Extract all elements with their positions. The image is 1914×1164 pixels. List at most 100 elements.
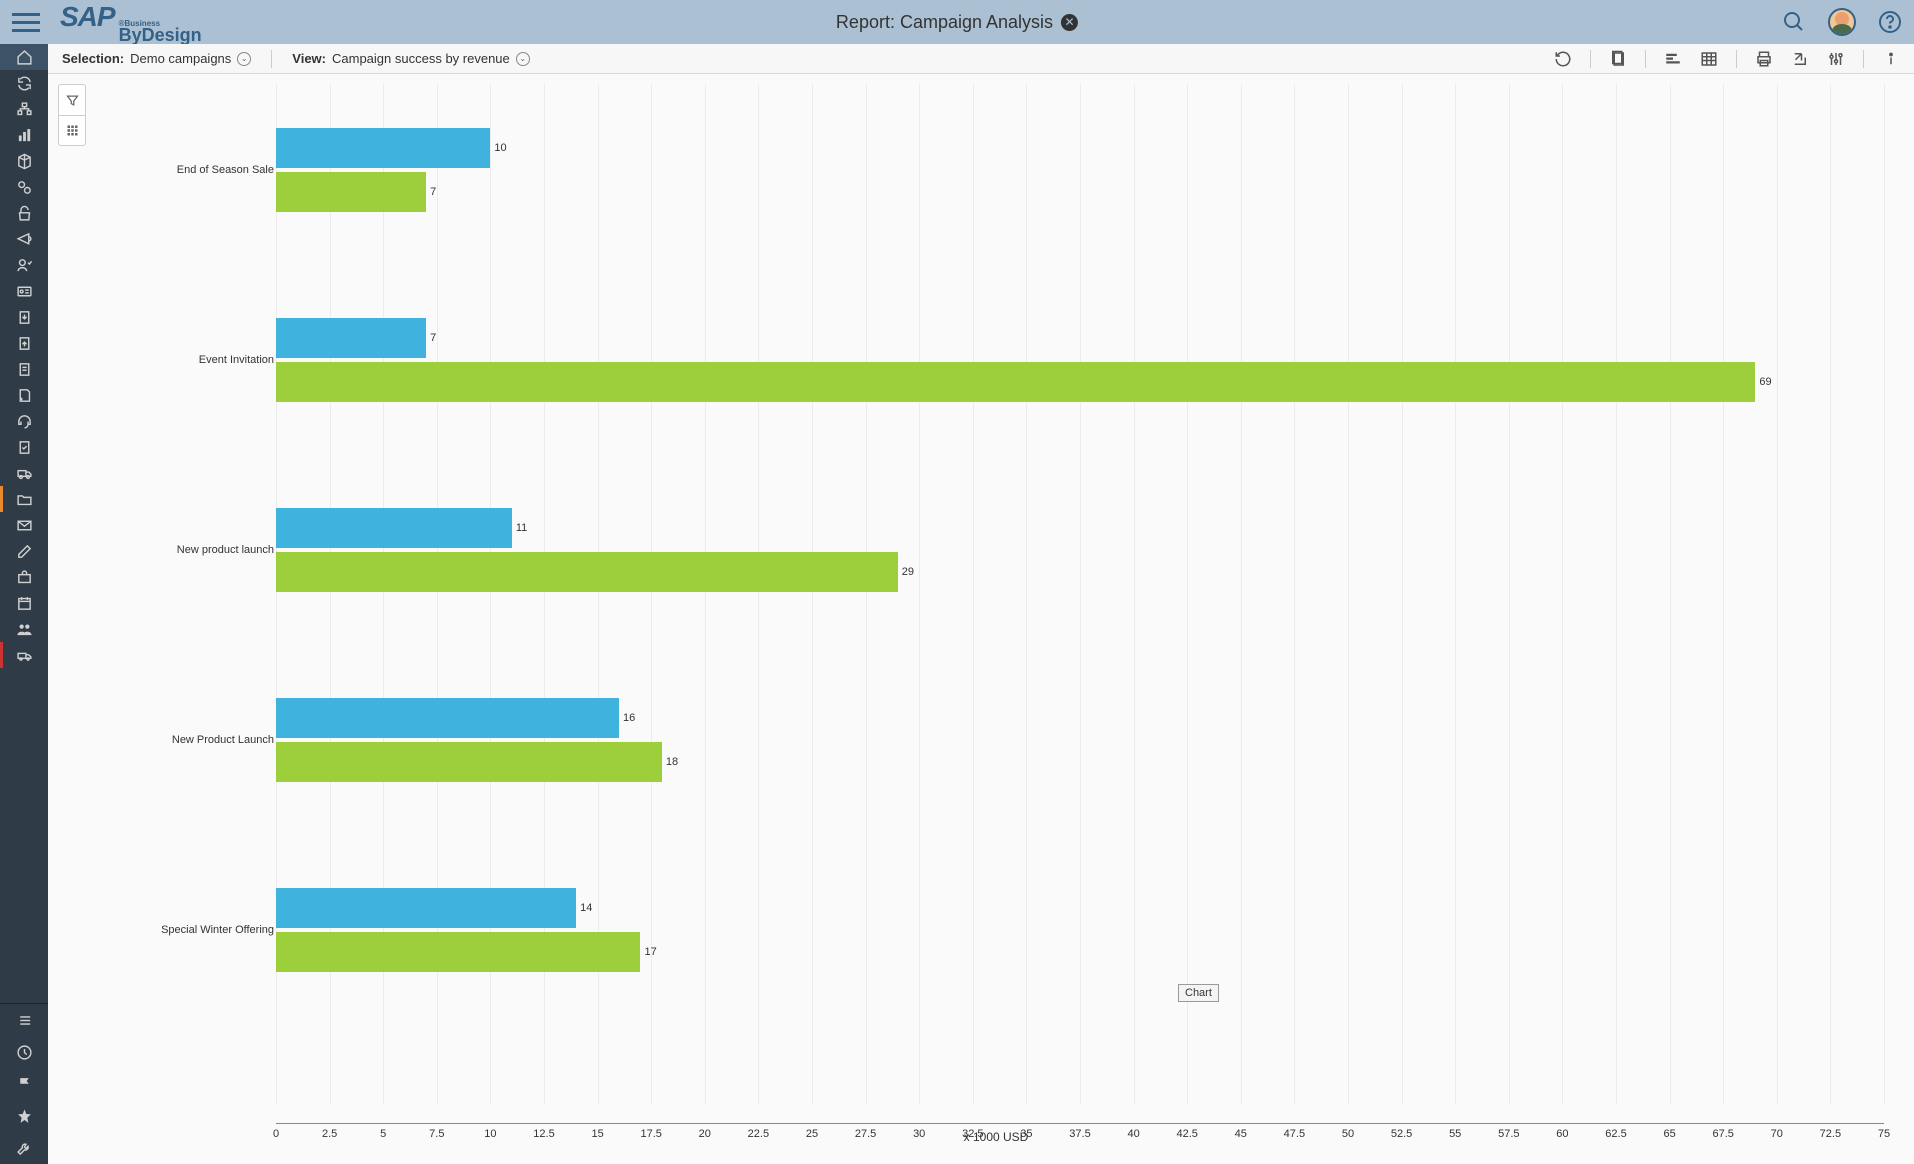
x-tick: 27.5: [855, 1128, 876, 1140]
nav-card[interactable]: [0, 278, 48, 304]
x-tick: 25: [806, 1128, 818, 1140]
nav-flag[interactable]: [0, 1068, 48, 1100]
print-icon[interactable]: [1755, 50, 1773, 68]
bar[interactable]: 10: [276, 128, 490, 168]
category-label: New Product Launch: [98, 734, 274, 746]
plot-area[interactable]: 107769112916181417: [276, 84, 1884, 1104]
nav-people[interactable]: [0, 616, 48, 642]
nav-cargo[interactable]: [0, 642, 48, 668]
title-text: Campaign Analysis: [900, 12, 1053, 32]
nav-calendar[interactable]: [0, 590, 48, 616]
filter-icon[interactable]: [59, 85, 85, 115]
x-tick: 37.5: [1069, 1128, 1090, 1140]
nav-edit[interactable]: [0, 538, 48, 564]
view-value: Campaign success by revenue: [332, 51, 510, 66]
page-title: Report: Campaign Analysis ✕: [836, 12, 1078, 33]
left-nav-rail: [0, 44, 48, 1164]
refresh-icon[interactable]: [1554, 50, 1572, 68]
nav-mail[interactable]: [0, 512, 48, 538]
info-icon[interactable]: [1882, 50, 1900, 68]
x-tick: 40: [1127, 1128, 1139, 1140]
x-tick: 60: [1556, 1128, 1568, 1140]
x-tick: 47.5: [1284, 1128, 1305, 1140]
nav-list[interactable]: [0, 1004, 48, 1036]
category-label: End of Season Sale: [98, 164, 274, 176]
x-tick: 72.5: [1820, 1128, 1841, 1140]
nav-support[interactable]: [0, 408, 48, 434]
nav-analytics[interactable]: [0, 122, 48, 148]
table-icon[interactable]: [1700, 50, 1718, 68]
nav-briefcase[interactable]: [0, 564, 48, 590]
nav-delivery[interactable]: [0, 460, 48, 486]
x-tick: 45: [1235, 1128, 1247, 1140]
nav-favorite[interactable]: [0, 1100, 48, 1132]
x-tick: 52.5: [1391, 1128, 1412, 1140]
nav-folder[interactable]: [0, 486, 48, 512]
x-tick: 50: [1342, 1128, 1354, 1140]
export-icon[interactable]: [1791, 50, 1809, 68]
close-report-button[interactable]: ✕: [1061, 14, 1078, 31]
bar-value: 17: [644, 946, 656, 958]
nav-settings[interactable]: [0, 174, 48, 200]
x-tick: 15: [591, 1128, 603, 1140]
settings-sliders-icon[interactable]: [1827, 50, 1845, 68]
chart: 107769112916181417 02.557.51012.51517.52…: [98, 74, 1894, 1154]
clipboard-icon[interactable]: [1609, 50, 1627, 68]
bar-chart-icon[interactable]: [1664, 50, 1682, 68]
category-label: Event Invitation: [98, 354, 274, 366]
x-tick: 2.5: [322, 1128, 337, 1140]
x-tick: 17.5: [640, 1128, 661, 1140]
x-tick: 42.5: [1176, 1128, 1197, 1140]
bar[interactable]: 17: [276, 932, 640, 972]
nav-refresh[interactable]: [0, 70, 48, 96]
menu-button[interactable]: [12, 8, 40, 36]
bar-value: 16: [623, 712, 635, 724]
x-axis: 02.557.51012.51517.52022.52527.53032.535…: [276, 1123, 1884, 1124]
help-icon[interactable]: [1878, 10, 1902, 34]
nav-user-auth[interactable]: [0, 252, 48, 278]
title-prefix: Report:: [836, 12, 895, 32]
bar-value: 7: [430, 186, 436, 198]
search-icon[interactable]: [1782, 10, 1806, 34]
nav-clipboard-out[interactable]: [0, 330, 48, 356]
x-tick: 7.5: [429, 1128, 444, 1140]
selection-value: Demo campaigns: [130, 51, 231, 66]
view-dropdown[interactable]: ⌄: [516, 52, 530, 66]
nav-approve[interactable]: [0, 200, 48, 226]
bar[interactable]: 29: [276, 552, 898, 592]
x-axis-label: x 1000 USD: [964, 1130, 1029, 1144]
nav-tools[interactable]: [0, 1132, 48, 1164]
nav-recent[interactable]: [0, 1036, 48, 1068]
main-area: 107769112916181417 02.557.51012.51517.52…: [48, 74, 1914, 1164]
nav-campaign[interactable]: [0, 226, 48, 252]
nav-check[interactable]: [0, 434, 48, 460]
bar[interactable]: 16: [276, 698, 619, 738]
x-tick: 10: [484, 1128, 496, 1140]
nav-home[interactable]: [0, 44, 48, 70]
nav-clipboard[interactable]: [0, 356, 48, 382]
x-tick: 62.5: [1605, 1128, 1626, 1140]
grid-icon[interactable]: [59, 115, 85, 145]
logo: SAP ®BusinessByDesign: [60, 1, 202, 43]
selection-dropdown[interactable]: ⌄: [237, 52, 251, 66]
bar[interactable]: 11: [276, 508, 512, 548]
nav-script[interactable]: [0, 382, 48, 408]
sub-toolbar: Selection: Demo campaigns ⌄ View: Campai…: [48, 44, 1914, 74]
x-tick: 30: [913, 1128, 925, 1140]
bar[interactable]: 7: [276, 172, 426, 212]
bar[interactable]: 69: [276, 362, 1755, 402]
separator: [271, 50, 272, 68]
chart-side-tools: [58, 84, 86, 146]
bar-value: 11: [516, 522, 527, 534]
x-tick: 75: [1878, 1128, 1890, 1140]
bar[interactable]: 7: [276, 318, 426, 358]
avatar[interactable]: [1828, 8, 1856, 36]
category-label: New product launch: [98, 544, 274, 556]
nav-cube[interactable]: [0, 148, 48, 174]
nav-clipboard-in[interactable]: [0, 304, 48, 330]
bar[interactable]: 14: [276, 888, 576, 928]
nav-org[interactable]: [0, 96, 48, 122]
bar[interactable]: 18: [276, 742, 662, 782]
x-tick: 70: [1771, 1128, 1783, 1140]
selection-label: Selection:: [62, 51, 124, 66]
